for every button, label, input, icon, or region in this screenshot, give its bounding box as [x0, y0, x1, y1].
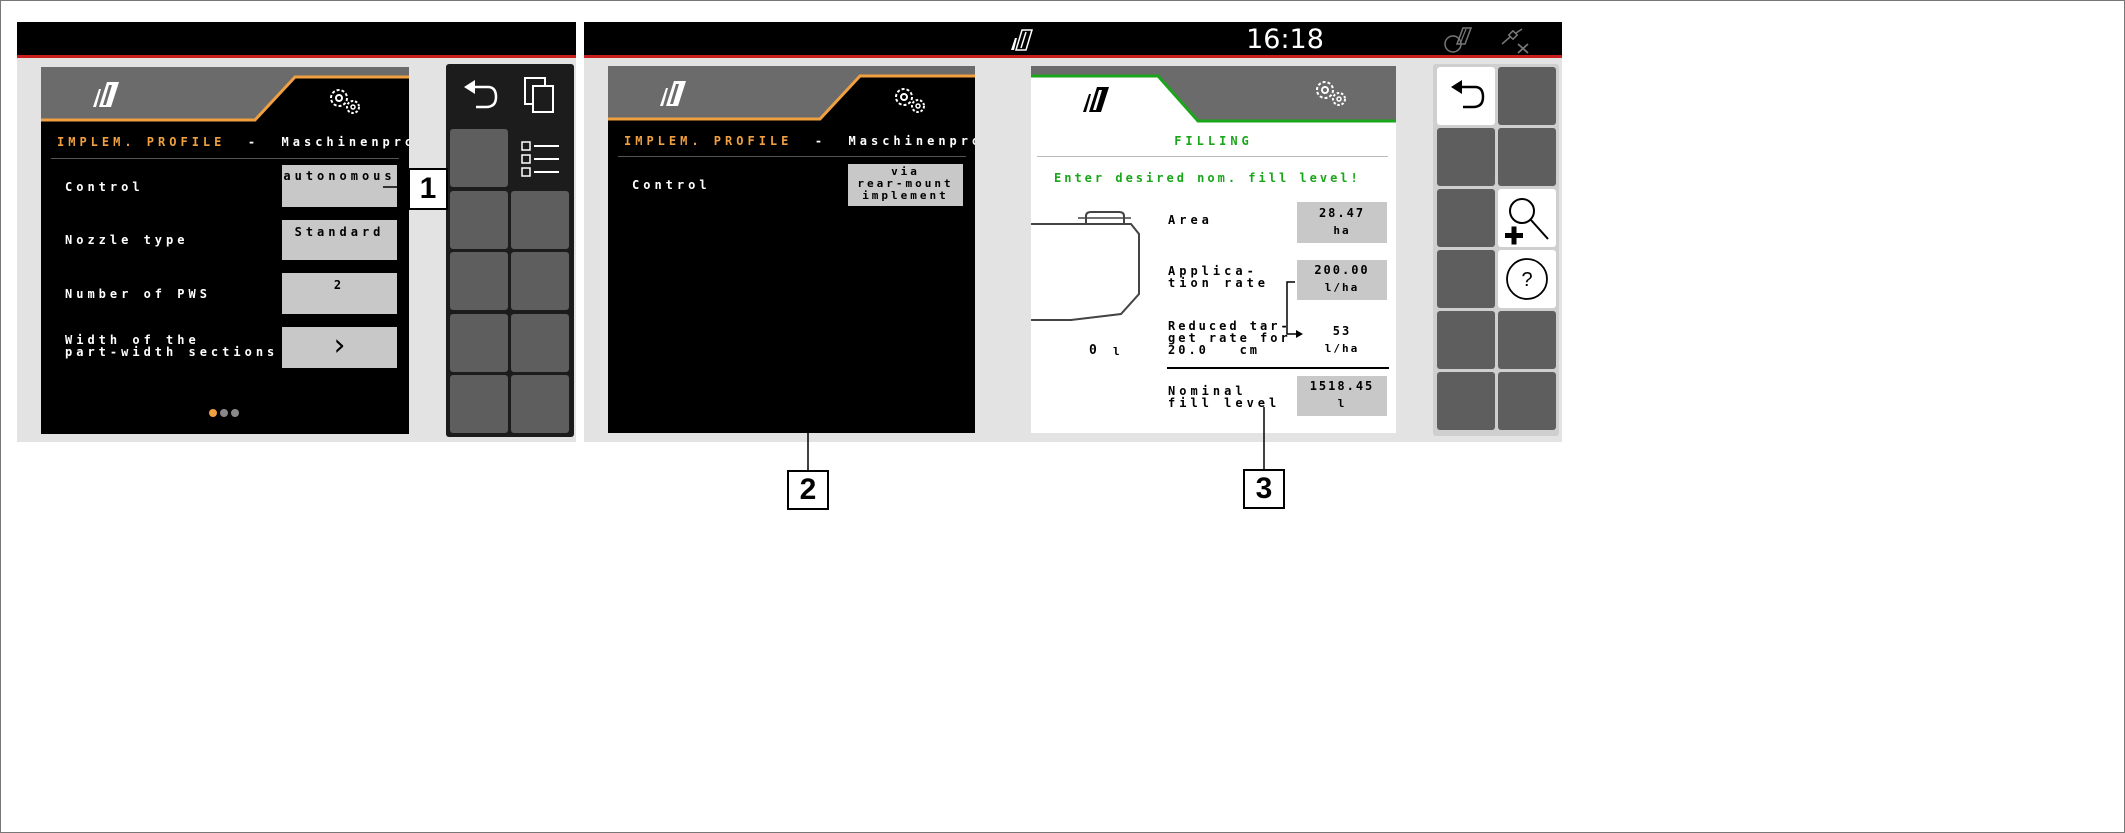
callout-3: 3: [1243, 469, 1285, 509]
callout-2: 2: [787, 470, 829, 510]
callout-1: 1: [408, 168, 448, 210]
callout-leaders: [383, 186, 1265, 470]
